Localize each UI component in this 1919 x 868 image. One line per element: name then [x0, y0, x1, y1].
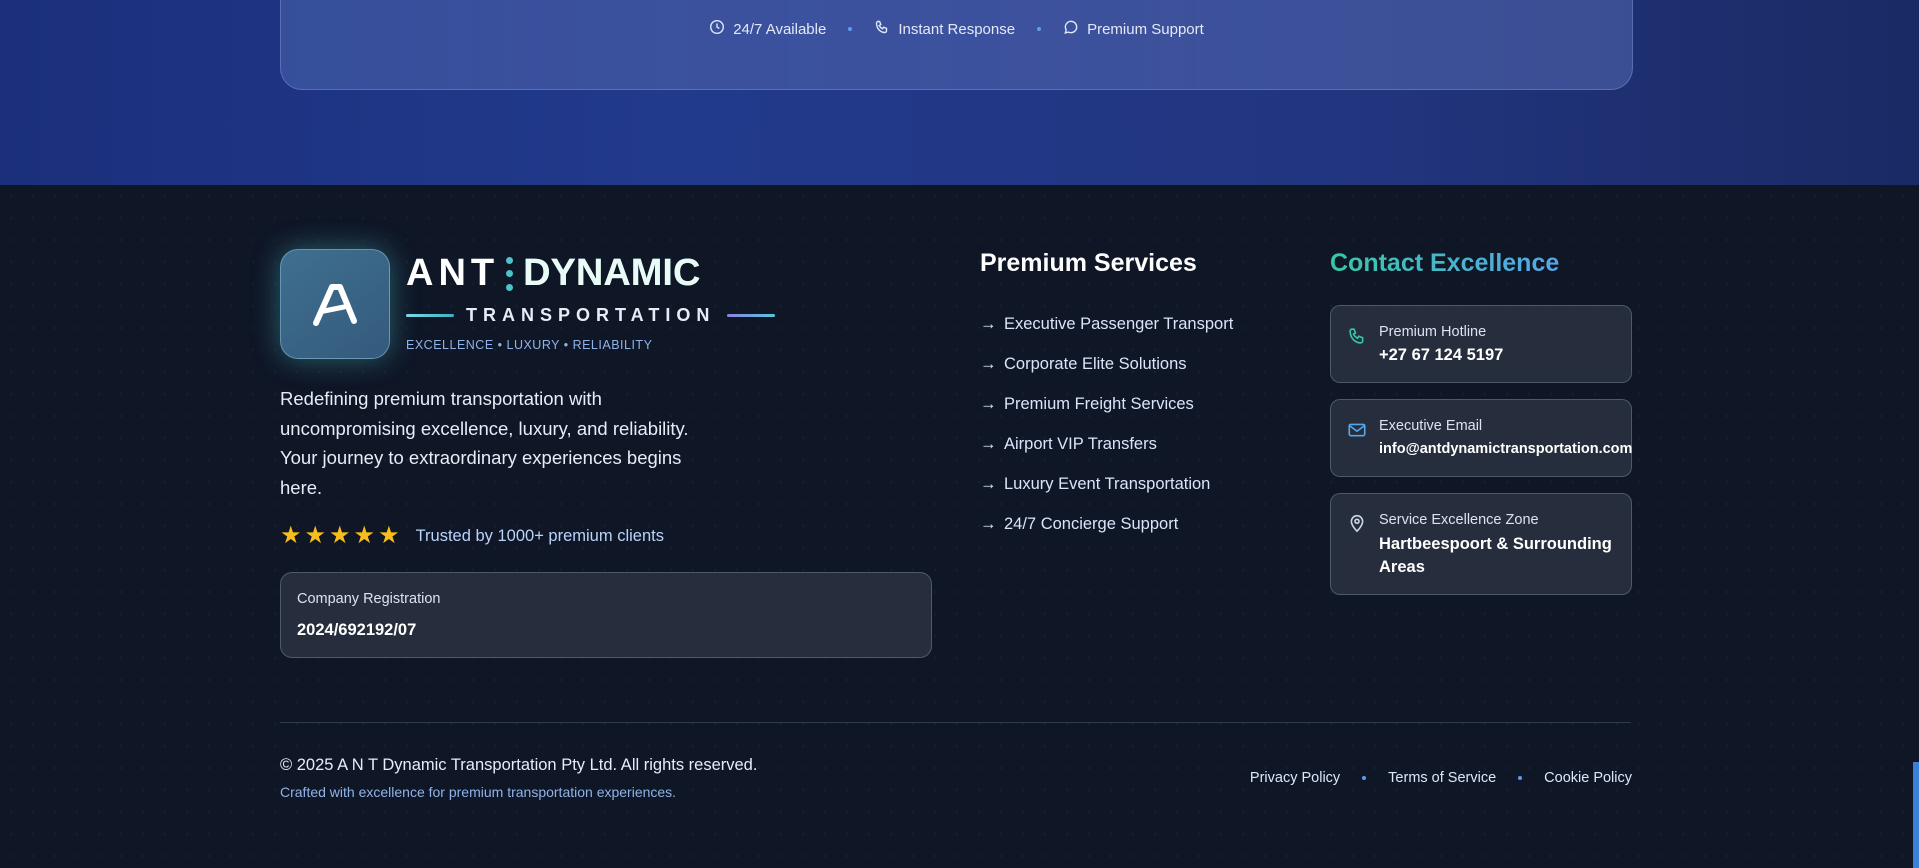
copyright-text: © 2025 A N T Dynamic Transportation Pty … [280, 756, 758, 774]
brand-name-part1: ANT [406, 252, 500, 294]
service-label: Premium Freight Services [1004, 394, 1194, 413]
contact-label: Executive Email [1379, 418, 1483, 434]
terms-of-service-link[interactable]: Terms of Service [1388, 770, 1496, 786]
brand-logo[interactable] [280, 249, 390, 359]
registration-card: Company Registration 2024/692192/07 [280, 572, 932, 658]
trusted-text: Trusted by 1000+ premium clients [415, 526, 664, 545]
brand-name: ANT DYNAMIC [406, 252, 700, 295]
arrow-right-icon: → [980, 434, 997, 453]
contact-heading: Contact Excellence [1330, 249, 1560, 277]
star-rating: ★ ★ ★ ★ ★ [280, 524, 400, 548]
feature-label: Premium Support [1087, 20, 1204, 38]
contact-value: info@antdynamictransportation.com [1379, 441, 1633, 457]
services-heading: Premium Services [980, 249, 1197, 277]
footer-divider [280, 722, 1631, 723]
clock-icon [709, 19, 725, 39]
registration-label: Company Registration [297, 591, 441, 607]
mail-icon [1347, 420, 1367, 445]
brand-subtitle: TRANSPORTATION [466, 305, 716, 325]
service-link[interactable]: → Premium Freight Services [980, 384, 1233, 424]
privacy-policy-link[interactable]: Privacy Policy [1250, 770, 1340, 786]
brand-name-part2: DYNAMIC [523, 252, 701, 294]
separator-dot [1362, 776, 1367, 780]
contact-zone-card[interactable]: Service Excellence Zone Hartbeespoort & … [1330, 493, 1632, 595]
service-link[interactable]: → Airport VIP Transfers [980, 424, 1233, 464]
feature-available: 24/7 Available [709, 19, 826, 39]
accent-bar [727, 314, 776, 317]
service-label: Airport VIP Transfers [1004, 434, 1157, 453]
cta-band: 24/7 Available Instant Response Premium … [0, 0, 1919, 185]
legal-links: Privacy Policy Terms of Service Cookie P… [1250, 770, 1632, 786]
contact-value: Hartbeespoort & Surrounding Areas [1379, 535, 1612, 576]
contact-value: +27 67 124 5197 [1379, 346, 1504, 364]
phone-icon [1347, 326, 1367, 351]
service-label: Luxury Event Transportation [1004, 474, 1211, 493]
star-icon: ★ [280, 522, 302, 549]
cta-card: 24/7 Available Instant Response Premium … [280, 0, 1633, 90]
feature-support: Premium Support [1063, 19, 1204, 39]
star-icon: ★ [378, 522, 400, 549]
contact-hotline-card[interactable]: Premium Hotline +27 67 124 5197 [1330, 305, 1632, 383]
about-text: Redefining premium transportation with u… [280, 388, 689, 498]
rating-row: ★ ★ ★ ★ ★ Trusted by 1000+ premium clien… [280, 524, 664, 548]
accent-bar [406, 314, 454, 317]
feature-label: 24/7 Available [733, 20, 827, 38]
logo-a-icon [313, 284, 357, 326]
feature-label: Instant Response [898, 20, 1016, 38]
service-label: Corporate Elite Solutions [1004, 354, 1187, 373]
brand-subtitle-row: TRANSPORTATION [406, 305, 776, 326]
separator-dot [1518, 776, 1523, 780]
service-label: 24/7 Concierge Support [1004, 514, 1179, 533]
brand-tagline: EXCELLENCE • LUXURY • RELIABILITY [406, 338, 653, 352]
separator-dot [848, 27, 853, 31]
service-link[interactable]: → Executive Passenger Transport [980, 304, 1233, 344]
arrow-right-icon: → [980, 474, 997, 493]
contact-label: Service Excellence Zone [1379, 512, 1539, 528]
service-link[interactable]: → Corporate Elite Solutions [980, 344, 1233, 384]
arrow-right-icon: → [980, 354, 997, 373]
map-pin-icon [1347, 513, 1367, 538]
separator-dot [1037, 27, 1042, 31]
star-icon: ★ [304, 522, 327, 549]
arrow-right-icon: → [980, 514, 997, 533]
crafted-text: Crafted with excellence for premium tran… [280, 784, 677, 800]
feature-response: Instant Response [874, 19, 1015, 39]
contact-email-card[interactable]: Executive Email info@antdynamictransport… [1330, 399, 1632, 477]
star-icon: ★ [353, 522, 376, 549]
arrow-right-icon: → [980, 314, 997, 333]
brand-separator [505, 256, 513, 291]
feature-strip: 24/7 Available Instant Response Premium … [281, 19, 1632, 39]
service-label: Executive Passenger Transport [1004, 314, 1234, 333]
chat-icon [1063, 19, 1079, 39]
contact-label: Premium Hotline [1379, 324, 1487, 340]
service-link[interactable]: → Luxury Event Transportation [980, 464, 1233, 504]
scrollbar-thumb[interactable] [1913, 762, 1919, 868]
services-list: → Executive Passenger Transport → Corporat… [980, 304, 1233, 544]
phone-icon [874, 19, 890, 39]
star-icon: ★ [329, 522, 351, 549]
arrow-right-icon: → [980, 394, 997, 413]
registration-value: 2024/692192/07 [297, 621, 417, 639]
service-link[interactable]: → 24/7 Concierge Support [980, 504, 1233, 544]
cookie-policy-link[interactable]: Cookie Policy [1544, 770, 1632, 786]
